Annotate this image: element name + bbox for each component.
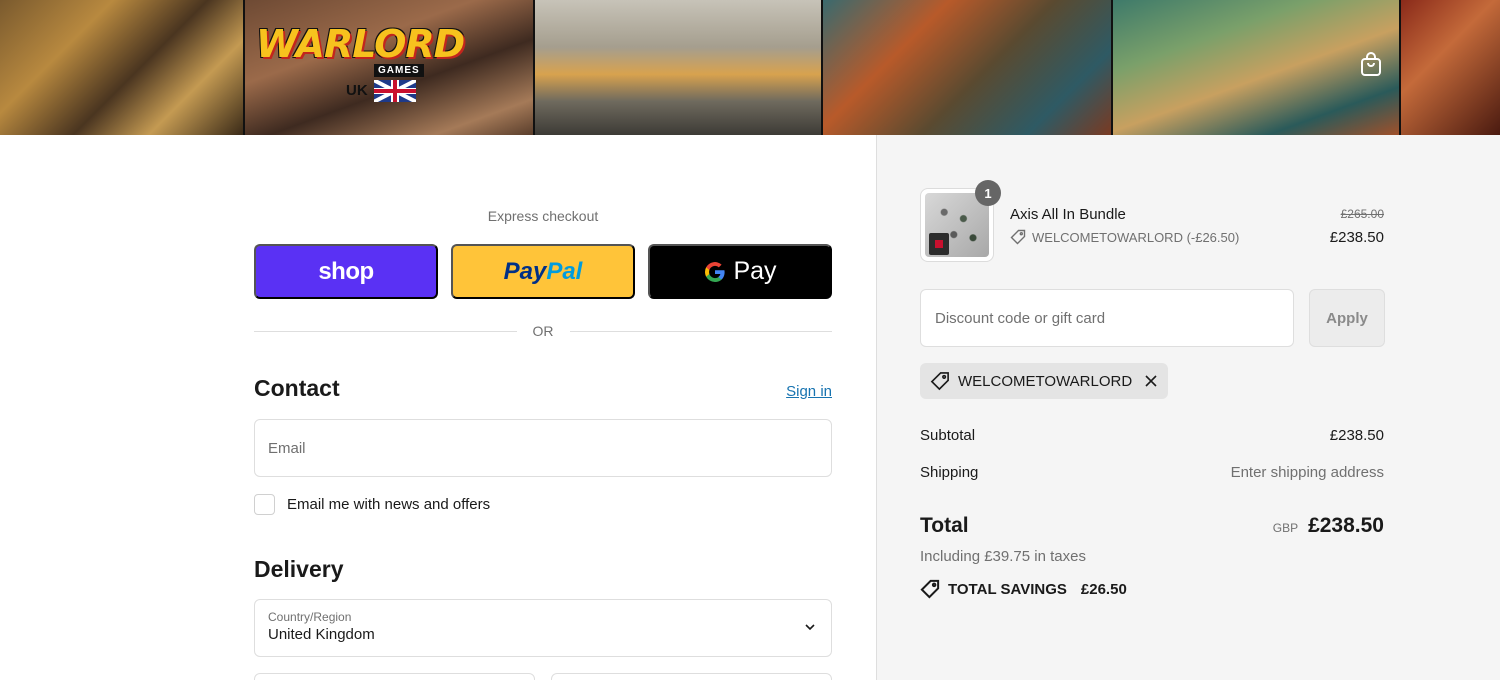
logo-region: UK bbox=[346, 82, 368, 99]
contact-heading: Contact bbox=[254, 375, 340, 401]
product-discount-text: WELCOMETOWARLORD (-£26.50) bbox=[1032, 229, 1240, 245]
tag-icon bbox=[920, 579, 940, 599]
express-checkout-title: Express checkout bbox=[487, 208, 599, 224]
discount-code-input[interactable] bbox=[920, 289, 1294, 347]
country-label: Country/Region bbox=[268, 610, 352, 624]
store-logo[interactable]: WARLORD GAMES UK bbox=[256, 22, 465, 106]
or-divider: OR bbox=[254, 321, 832, 341]
currency-code: GBP bbox=[1272, 521, 1299, 535]
email-field[interactable]: Email bbox=[254, 419, 832, 477]
total-savings: TOTAL SAVINGS £26.50 bbox=[920, 579, 1127, 599]
newsletter-checkbox[interactable] bbox=[254, 494, 275, 515]
or-label: OR bbox=[532, 323, 554, 339]
newsletter-label: Email me with news and offers bbox=[287, 496, 491, 513]
union-jack-icon bbox=[374, 80, 416, 102]
paypal-label-pay: Pay bbox=[503, 257, 547, 285]
cart-button[interactable] bbox=[1356, 48, 1386, 80]
banner-art-panel bbox=[1401, 0, 1500, 135]
subtotal-value: £238.50 bbox=[1329, 427, 1384, 444]
last-name-field[interactable] bbox=[551, 673, 832, 680]
google-pay-label: Pay bbox=[733, 257, 777, 285]
product-box-art bbox=[929, 233, 949, 255]
subtotal-label: Subtotal bbox=[920, 427, 976, 444]
shopping-bag-icon bbox=[1361, 52, 1381, 76]
applied-code-chip: WELCOMETOWARLORD bbox=[920, 363, 1169, 399]
banner-art-panel bbox=[535, 0, 823, 135]
google-pay-button[interactable]: Pay bbox=[648, 244, 832, 299]
apply-discount-button[interactable]: Apply bbox=[1309, 289, 1385, 347]
logo-subtitle: GAMES bbox=[374, 64, 424, 77]
paypal-button[interactable]: Pay Pal bbox=[451, 244, 635, 299]
savings-label: TOTAL SAVINGS bbox=[948, 580, 1067, 598]
savings-value: £26.50 bbox=[1080, 580, 1127, 598]
banner-art-panel bbox=[0, 0, 245, 135]
product-discount: WELCOMETOWARLORD (-£26.50) bbox=[1010, 229, 1239, 245]
product-name: Axis All In Bundle bbox=[1010, 206, 1126, 223]
banner-art-panel bbox=[823, 0, 1113, 135]
first-name-field[interactable] bbox=[254, 673, 535, 680]
product-price: £238.50 bbox=[1329, 229, 1384, 246]
delivery-heading: Delivery bbox=[254, 556, 344, 582]
paypal-label-pal: Pal bbox=[546, 257, 583, 285]
total-value: GBP £238.50 bbox=[1273, 514, 1384, 538]
email-placeholder: Email bbox=[268, 439, 306, 457]
taxes-note: Including £39.75 in taxes bbox=[920, 548, 1086, 565]
country-value: United Kingdom bbox=[268, 626, 375, 643]
tag-icon bbox=[930, 372, 949, 391]
total-label: Total bbox=[920, 514, 969, 537]
shop-pay-label: shop bbox=[318, 257, 374, 285]
close-icon bbox=[1145, 375, 1157, 387]
shipping-value: Enter shipping address bbox=[1230, 464, 1384, 481]
total-amount: £238.50 bbox=[1308, 514, 1384, 537]
newsletter-option[interactable]: Email me with news and offers bbox=[254, 494, 490, 515]
country-select[interactable]: Country/Region United Kingdom bbox=[254, 599, 832, 657]
google-g-icon bbox=[705, 261, 726, 282]
shipping-label: Shipping bbox=[920, 464, 979, 481]
product-original-price: £265.00 bbox=[1340, 207, 1384, 221]
header-banner bbox=[0, 0, 1500, 135]
remove-code-button[interactable] bbox=[1144, 374, 1158, 388]
logo-wordmark: WARLORD bbox=[256, 22, 465, 66]
express-checkout-buttons: shop Pay Pal Pay bbox=[254, 244, 832, 299]
shop-pay-button[interactable]: shop bbox=[254, 244, 438, 299]
quantity-badge: 1 bbox=[975, 180, 1001, 206]
tag-icon bbox=[1010, 229, 1026, 245]
applied-code-text: WELCOMETOWARLORD bbox=[958, 372, 1133, 390]
sign-in-link[interactable]: Sign in bbox=[786, 383, 832, 400]
chevron-down-icon bbox=[805, 624, 815, 631]
